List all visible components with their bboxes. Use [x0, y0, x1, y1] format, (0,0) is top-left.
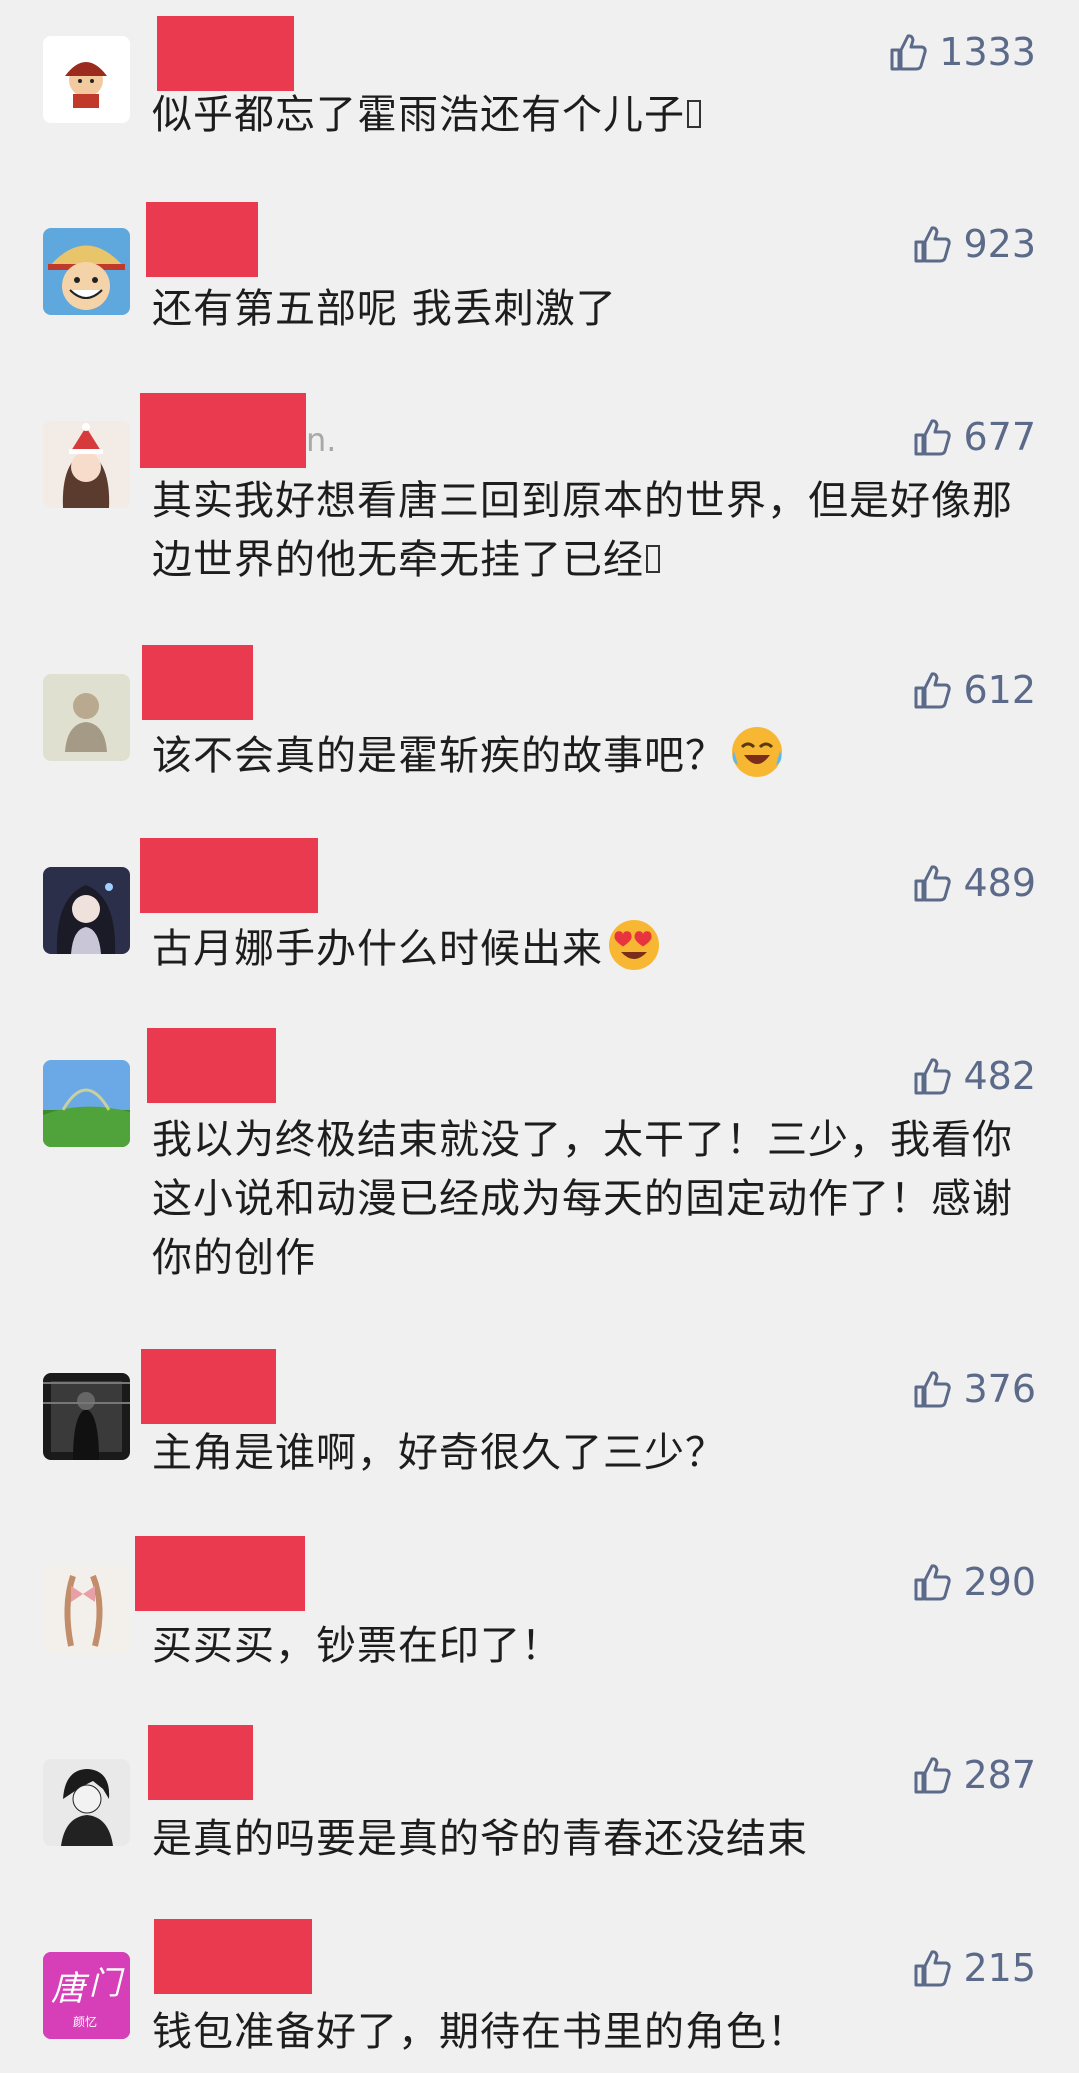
avatar-brand-small: 颜忆: [73, 2014, 97, 2029]
thumbs-up-icon: [914, 226, 952, 263]
thumbs-up-icon: [914, 419, 952, 456]
comment-text: 其实我好想看唐三回到原本的世界，但是好像那边世界的他无牵无挂了已经: [152, 478, 1013, 583]
like-button[interactable]: 677: [911, 411, 1036, 463]
like-count: 923: [963, 222, 1036, 266]
missing-glyph-icon: [687, 100, 701, 128]
like-count: 290: [963, 1560, 1036, 1604]
comment-text: 钱包准备好了，期待在书里的角色！: [152, 2009, 808, 2055]
like-button[interactable]: 1333: [887, 26, 1036, 78]
comment-text: 还有第五部呢 我丢刺激了: [152, 286, 617, 332]
comment-text: 古月娜手办什么时候出来: [152, 918, 1012, 979]
like-button[interactable]: 376: [911, 1363, 1036, 1415]
like-count: 376: [963, 1367, 1036, 1411]
redacted-username: [147, 1028, 276, 1103]
redacted-username: [142, 645, 253, 720]
thumbs-up-icon: [914, 865, 952, 902]
like-count: 1333: [939, 30, 1036, 74]
redacted-username: [154, 1919, 312, 1994]
avatar-brand-char-1: 唐: [51, 1969, 90, 2009]
user-avatar[interactable]: 唐 门 颜忆: [43, 1952, 130, 2039]
like-count: 215: [963, 1946, 1036, 1990]
user-avatar[interactable]: [43, 674, 130, 761]
like-button[interactable]: 215: [911, 1942, 1036, 1994]
comment-text: 该不会真的是霍斩疾的故事吧？: [152, 725, 1012, 786]
like-count: 482: [963, 1054, 1036, 1098]
redacted-username: [135, 1536, 305, 1611]
thumbs-up-icon: [914, 1564, 952, 1601]
like-button[interactable]: 923: [911, 218, 1036, 270]
username-visible-part: n.: [306, 421, 337, 459]
user-avatar[interactable]: [43, 867, 130, 954]
user-avatar[interactable]: [43, 1060, 130, 1147]
avatar-brand-char-2: 门: [89, 1964, 125, 2002]
user-avatar[interactable]: [43, 1759, 130, 1846]
user-avatar[interactable]: [43, 421, 130, 508]
like-button[interactable]: 612: [911, 664, 1036, 716]
like-button[interactable]: 482: [911, 1050, 1036, 1102]
comment-text: 买买买，钞票在印了！: [152, 1623, 562, 1669]
redacted-username: [157, 16, 294, 91]
user-avatar[interactable]: [43, 228, 130, 315]
user-avatar[interactable]: [43, 36, 130, 123]
redacted-username: [140, 838, 318, 913]
redacted-username: [148, 1725, 253, 1800]
comment-list-screen: { "comments": [ {"name_tail": "", "likes…: [0, 0, 1079, 2073]
like-count: 287: [963, 1753, 1036, 1797]
like-button[interactable]: 489: [911, 857, 1036, 909]
redacted-username: [141, 1349, 276, 1424]
user-avatar[interactable]: [43, 1566, 130, 1653]
comment-text: 主角是谁啊，好奇很久了三少？: [152, 1430, 726, 1476]
redacted-username: [146, 202, 258, 277]
like-button[interactable]: 287: [911, 1749, 1036, 1801]
thumbs-up-icon: [914, 1058, 952, 1095]
comment-text: 似乎都忘了霍雨浩还有个儿子: [152, 86, 1012, 145]
thumbs-up-icon: [914, 672, 952, 709]
laughing-crying-emoji-icon: [732, 727, 782, 777]
like-count: 612: [963, 668, 1036, 712]
thumbs-up-icon: [890, 34, 927, 71]
like-button[interactable]: 290: [911, 1556, 1036, 1608]
thumbs-up-icon: [914, 1757, 952, 1794]
like-count: 489: [963, 861, 1036, 905]
redacted-username: [140, 393, 306, 468]
user-avatar[interactable]: [43, 1373, 130, 1460]
comment-text: 我以为终极结束就没了，太干了！三少，我看你这小说和动漫已经成为每天的固定动作了！…: [152, 1117, 1013, 1281]
heart-eyes-emoji-icon: [609, 920, 659, 970]
like-count: 677: [963, 415, 1036, 459]
missing-glyph-icon: [646, 545, 660, 573]
comment-text: 是真的吗要是真的爷的青春还没结束: [152, 1816, 808, 1862]
thumbs-up-icon: [914, 1950, 952, 1987]
thumbs-up-icon: [914, 1371, 952, 1408]
